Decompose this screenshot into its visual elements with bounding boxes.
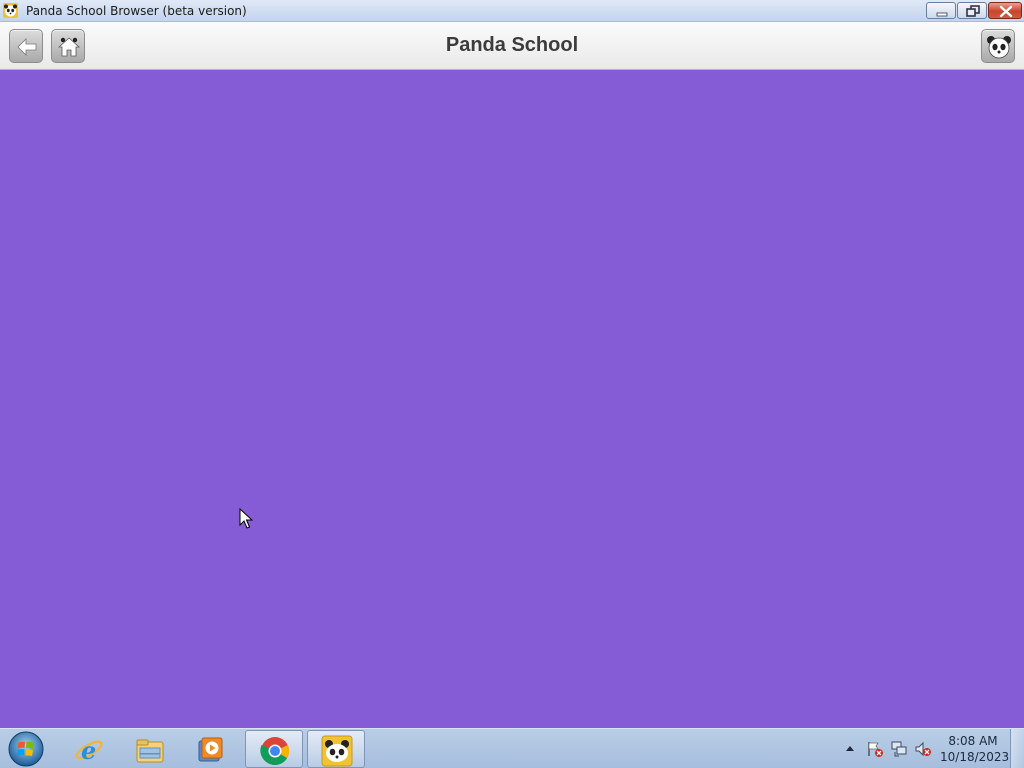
window-title: Panda School Browser (beta version) xyxy=(26,4,247,18)
taskbar-file-explorer[interactable] xyxy=(121,730,179,768)
action-center-flag-icon[interactable] xyxy=(866,740,884,758)
minimize-icon xyxy=(936,12,948,17)
taskbar-media-player[interactable] xyxy=(182,730,240,768)
volume-muted-icon[interactable] xyxy=(914,740,932,758)
minimize-button[interactable] xyxy=(926,2,956,19)
panda-app-icon xyxy=(321,735,353,767)
taskbar-chrome[interactable] xyxy=(245,730,303,768)
file-explorer-icon xyxy=(136,739,164,763)
browser-toolbar: Panda School xyxy=(0,22,1024,70)
network-icon[interactable] xyxy=(890,740,908,758)
close-button[interactable] xyxy=(988,2,1022,19)
panda-icon xyxy=(987,36,1011,59)
close-icon xyxy=(999,5,1013,18)
restore-icon xyxy=(966,5,980,17)
taskbar: e 8:08 AM 10/18/2023 xyxy=(0,728,1024,768)
system-clock[interactable]: 8:08 AM 10/18/2023 xyxy=(940,733,1010,765)
window-title-bar: Panda School Browser (beta version) xyxy=(0,0,1024,22)
show-desktop-button[interactable] xyxy=(1010,729,1024,768)
panda-app-icon xyxy=(3,3,18,18)
internet-explorer-icon: e xyxy=(75,736,103,765)
taskbar-internet-explorer[interactable]: e xyxy=(60,730,118,768)
page-title: Panda School xyxy=(445,34,579,56)
media-player-icon xyxy=(198,737,223,762)
mouse-cursor-icon xyxy=(239,508,253,529)
show-hidden-icons-icon[interactable] xyxy=(845,744,855,752)
restore-button[interactable] xyxy=(957,2,987,19)
page-content[interactable] xyxy=(0,70,1024,728)
clock-time: 8:08 AM xyxy=(948,734,998,748)
start-orb-icon[interactable] xyxy=(7,730,45,768)
panda-menu-button[interactable] xyxy=(981,29,1015,63)
svg-text:e: e xyxy=(81,736,96,765)
clock-date: 10/18/2023 xyxy=(940,750,1010,764)
taskbar-panda-school[interactable] xyxy=(307,730,365,768)
chrome-icon xyxy=(260,737,290,765)
